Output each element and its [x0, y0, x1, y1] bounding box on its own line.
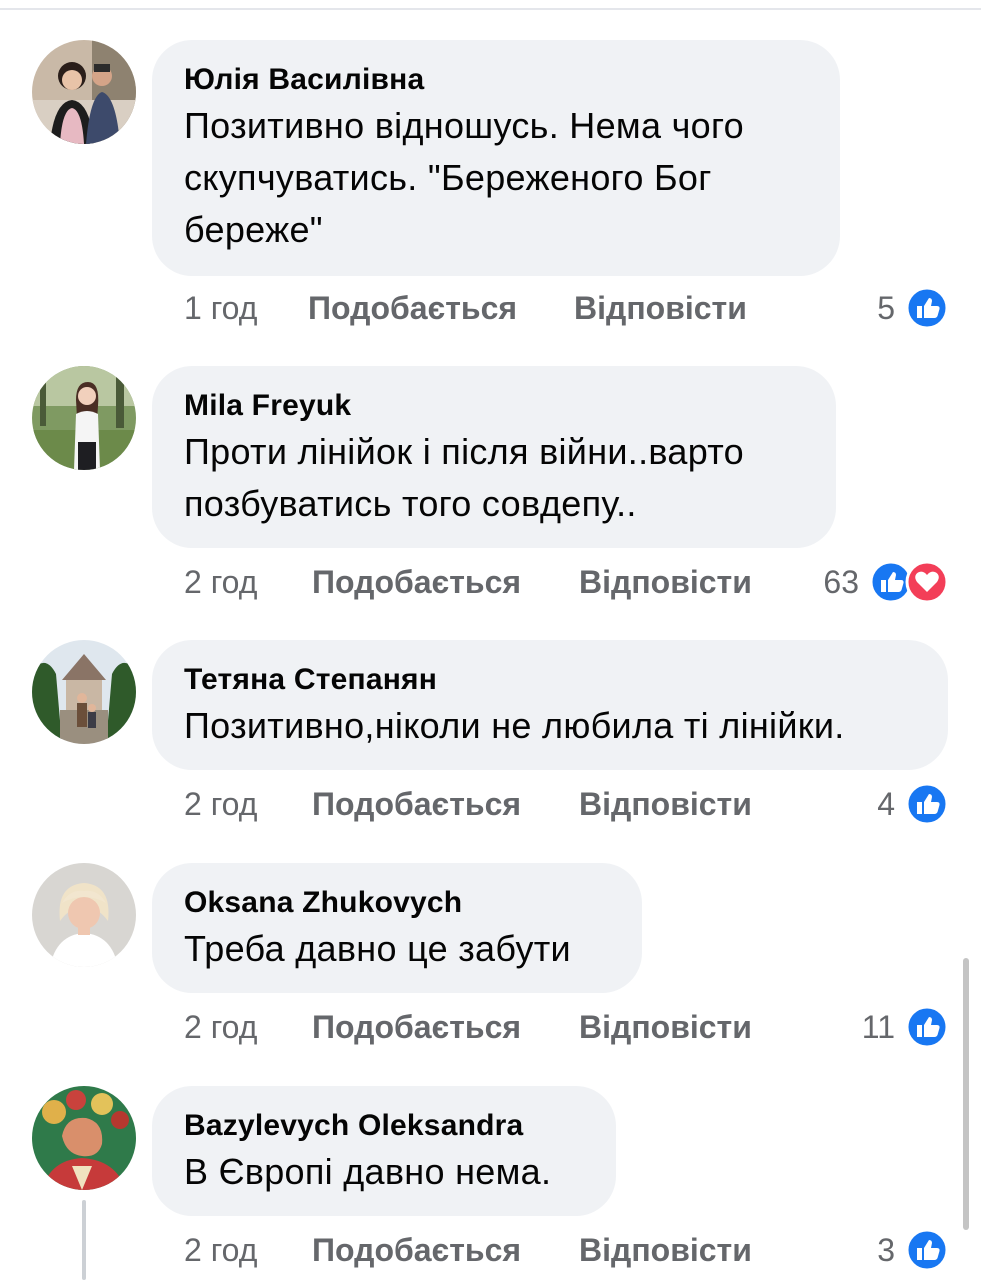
comment-actions: 2 год Подобається Відповісти	[184, 784, 804, 824]
comment-bubble: Mila Freyuk Проти лінійок і після війни.…	[152, 366, 836, 548]
comment-text-line: береже"	[184, 209, 323, 250]
comment-bubble: Тетяна Степанян Позитивно,ніколи не люби…	[152, 640, 948, 770]
comment-text-line: Проти лінійок і після війни..варто	[184, 431, 744, 472]
thumbs-up-icon	[905, 782, 949, 826]
comment-author[interactable]: Bazylevych Oleksandra	[184, 1106, 584, 1146]
like-button[interactable]: Подобається	[312, 1007, 521, 1047]
comment-text-line: позбуватись того совдепу..	[184, 483, 637, 524]
reactions-summary[interactable]: 4	[877, 782, 949, 826]
comment-actions: 2 год Подобається Відповісти	[184, 562, 804, 602]
comment-actions: 1 год Подобається Відповісти	[184, 288, 804, 328]
reaction-count: 11	[861, 1009, 895, 1045]
comment-text-line: Треба давно це забути	[184, 928, 571, 969]
avatar-photo	[32, 366, 136, 470]
comment-bubble: Oksana Zhukovych Треба давно це забути	[152, 863, 642, 993]
comment-bubble: Bazylevych Oleksandra В Європі давно нем…	[152, 1086, 616, 1216]
like-button[interactable]: Подобається	[308, 288, 517, 328]
thumbs-up-icon	[905, 286, 949, 330]
reaction-count: 4	[877, 786, 895, 822]
reaction-count: 3	[877, 1232, 895, 1268]
reactions-summary[interactable]: 11	[862, 1005, 949, 1049]
comment-text-line: Позитивно відношусь. Нема чого	[184, 105, 744, 146]
comment-time[interactable]: 2 год	[184, 784, 257, 824]
comment-author[interactable]: Mila Freyuk	[184, 386, 804, 426]
like-button[interactable]: Подобається	[312, 562, 521, 602]
comment-time[interactable]: 2 год	[184, 562, 257, 602]
avatar[interactable]	[32, 366, 136, 470]
avatar[interactable]	[32, 40, 136, 144]
reaction-count: 63	[823, 564, 859, 600]
reply-button[interactable]: Відповісти	[579, 784, 752, 824]
reactions-summary[interactable]: 63	[823, 560, 949, 604]
comment-actions: 2 год Подобається Відповісти	[184, 1007, 804, 1047]
thumbs-up-icon	[905, 1228, 949, 1272]
comment-author[interactable]: Тетяна Степанян	[184, 660, 916, 700]
comment-text-line: В Європі давно нема.	[184, 1151, 552, 1192]
like-button[interactable]: Подобається	[312, 1230, 521, 1270]
comment-text-line: Позитивно,ніколи не любила ті лінійки.	[184, 705, 845, 746]
reply-thread-line	[82, 1200, 86, 1280]
avatar[interactable]	[32, 1086, 136, 1190]
reply-button[interactable]: Відповісти	[579, 1007, 752, 1047]
reaction-count: 5	[877, 290, 895, 326]
comment-text-line: скупчуватись. "Береженого Бог	[184, 157, 712, 198]
reactions-summary[interactable]: 5	[877, 286, 949, 330]
scrollbar[interactable]	[963, 958, 969, 1230]
avatar-photo	[32, 40, 136, 144]
thumbs-up-icon	[905, 1005, 949, 1049]
avatar-photo	[32, 863, 136, 967]
comment-time[interactable]: 2 год	[184, 1230, 257, 1270]
comment-author[interactable]: Oksana Zhukovych	[184, 883, 610, 923]
comment-bubble: Юлія Василівна Позитивно відношусь. Нема…	[152, 40, 840, 276]
reactions-summary[interactable]: 3	[877, 1228, 949, 1272]
comment-time[interactable]: 2 год	[184, 1007, 257, 1047]
comment-actions: 2 год Подобається Відповісти	[184, 1230, 804, 1270]
comment-author[interactable]: Юлія Василівна	[184, 60, 808, 100]
reply-button[interactable]: Відповісти	[579, 1230, 752, 1270]
avatar-photo	[32, 1086, 136, 1190]
avatar-photo	[32, 640, 136, 744]
reply-button[interactable]: Відповісти	[579, 562, 752, 602]
reply-button[interactable]: Відповісти	[574, 288, 747, 328]
comment-time[interactable]: 1 год	[184, 288, 257, 328]
like-button[interactable]: Подобається	[312, 784, 521, 824]
avatar[interactable]	[32, 640, 136, 744]
heart-icon	[905, 560, 949, 604]
avatar[interactable]	[32, 863, 136, 967]
top-divider	[0, 8, 981, 10]
